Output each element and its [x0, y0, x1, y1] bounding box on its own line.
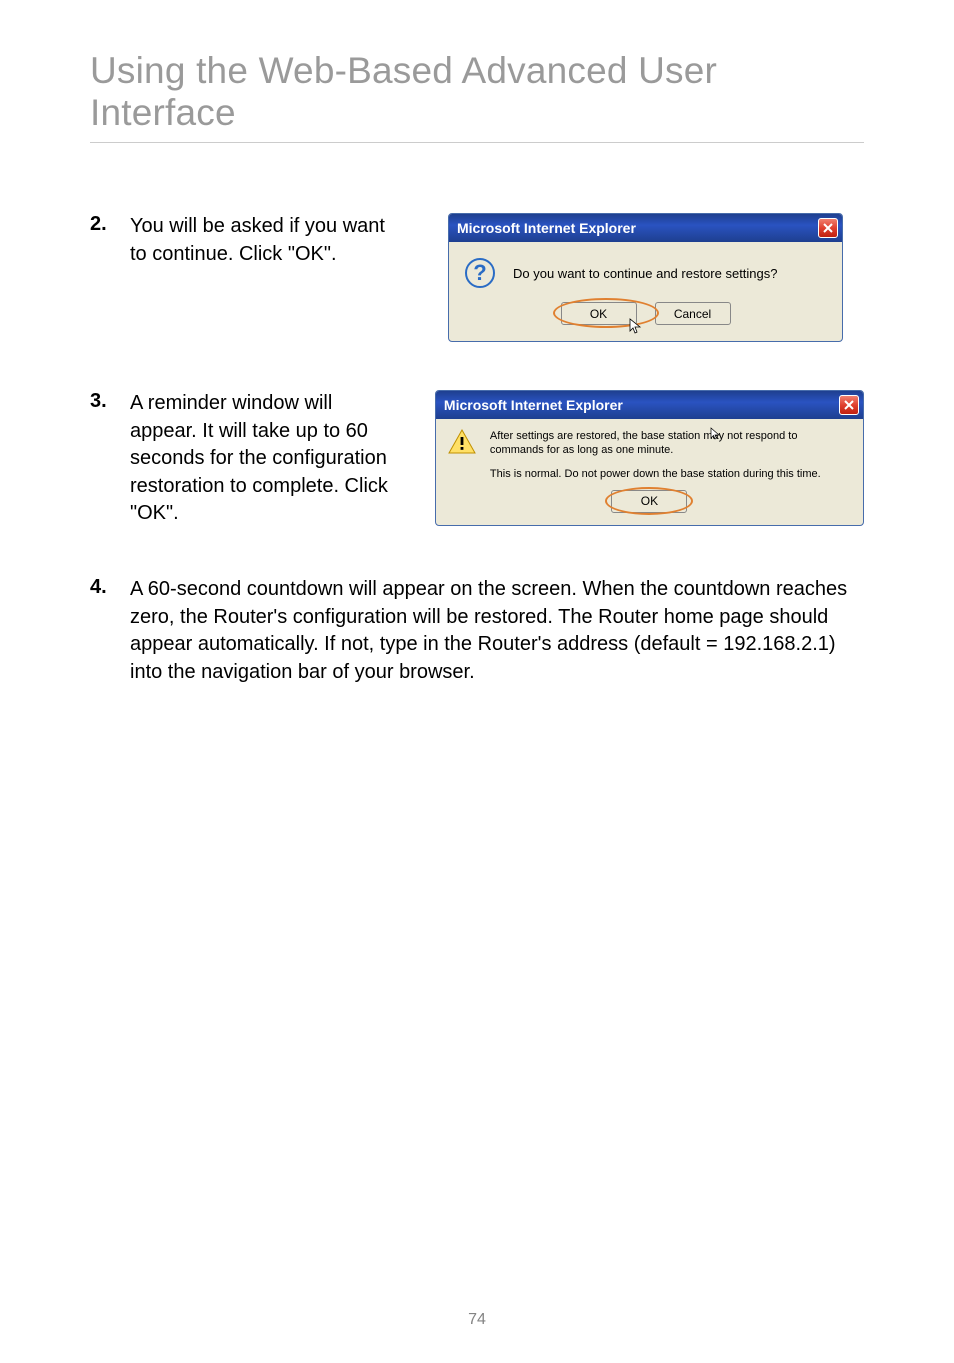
- dialog-titlebar: Microsoft Internet Explorer: [436, 391, 863, 419]
- dialog-message: Do you want to continue and restore sett…: [513, 266, 778, 281]
- cursor-icon: [710, 427, 722, 441]
- reminder-dialog: Microsoft Internet Explorer: [435, 390, 864, 526]
- step-3-number: 3.: [90, 390, 130, 413]
- step-4-text: A 60-second countdown will appear on the…: [130, 576, 864, 686]
- dialog-message-line2: This is normal. Do not power down the ba…: [490, 468, 851, 480]
- step-4-number: 4.: [90, 576, 130, 599]
- warning-icon: [448, 429, 476, 455]
- page-title: Using the Web-Based Advanced User Interf…: [90, 50, 864, 134]
- dialog-message-line1: After settings are restored, the base st…: [490, 429, 851, 458]
- cancel-button[interactable]: Cancel: [655, 302, 731, 325]
- dialog-titlebar: Microsoft Internet Explorer: [449, 214, 842, 242]
- page-number: 74: [0, 1311, 954, 1329]
- step-2-number: 2.: [90, 213, 130, 236]
- ok-button[interactable]: OK: [561, 302, 637, 325]
- question-icon: ?: [465, 258, 495, 288]
- step-2-text: You will be asked if you want to continu…: [130, 213, 400, 268]
- confirm-dialog: Microsoft Internet Explorer ? Do you wan…: [448, 213, 843, 342]
- step-3-text: A reminder window will appear. It will t…: [130, 390, 397, 528]
- close-icon[interactable]: [839, 395, 859, 415]
- cursor-icon: [629, 318, 643, 336]
- ok-button[interactable]: OK: [611, 490, 687, 513]
- close-icon[interactable]: [818, 218, 838, 238]
- title-rule: [90, 142, 864, 143]
- dialog-title: Microsoft Internet Explorer: [444, 397, 623, 413]
- dialog-title: Microsoft Internet Explorer: [457, 220, 636, 236]
